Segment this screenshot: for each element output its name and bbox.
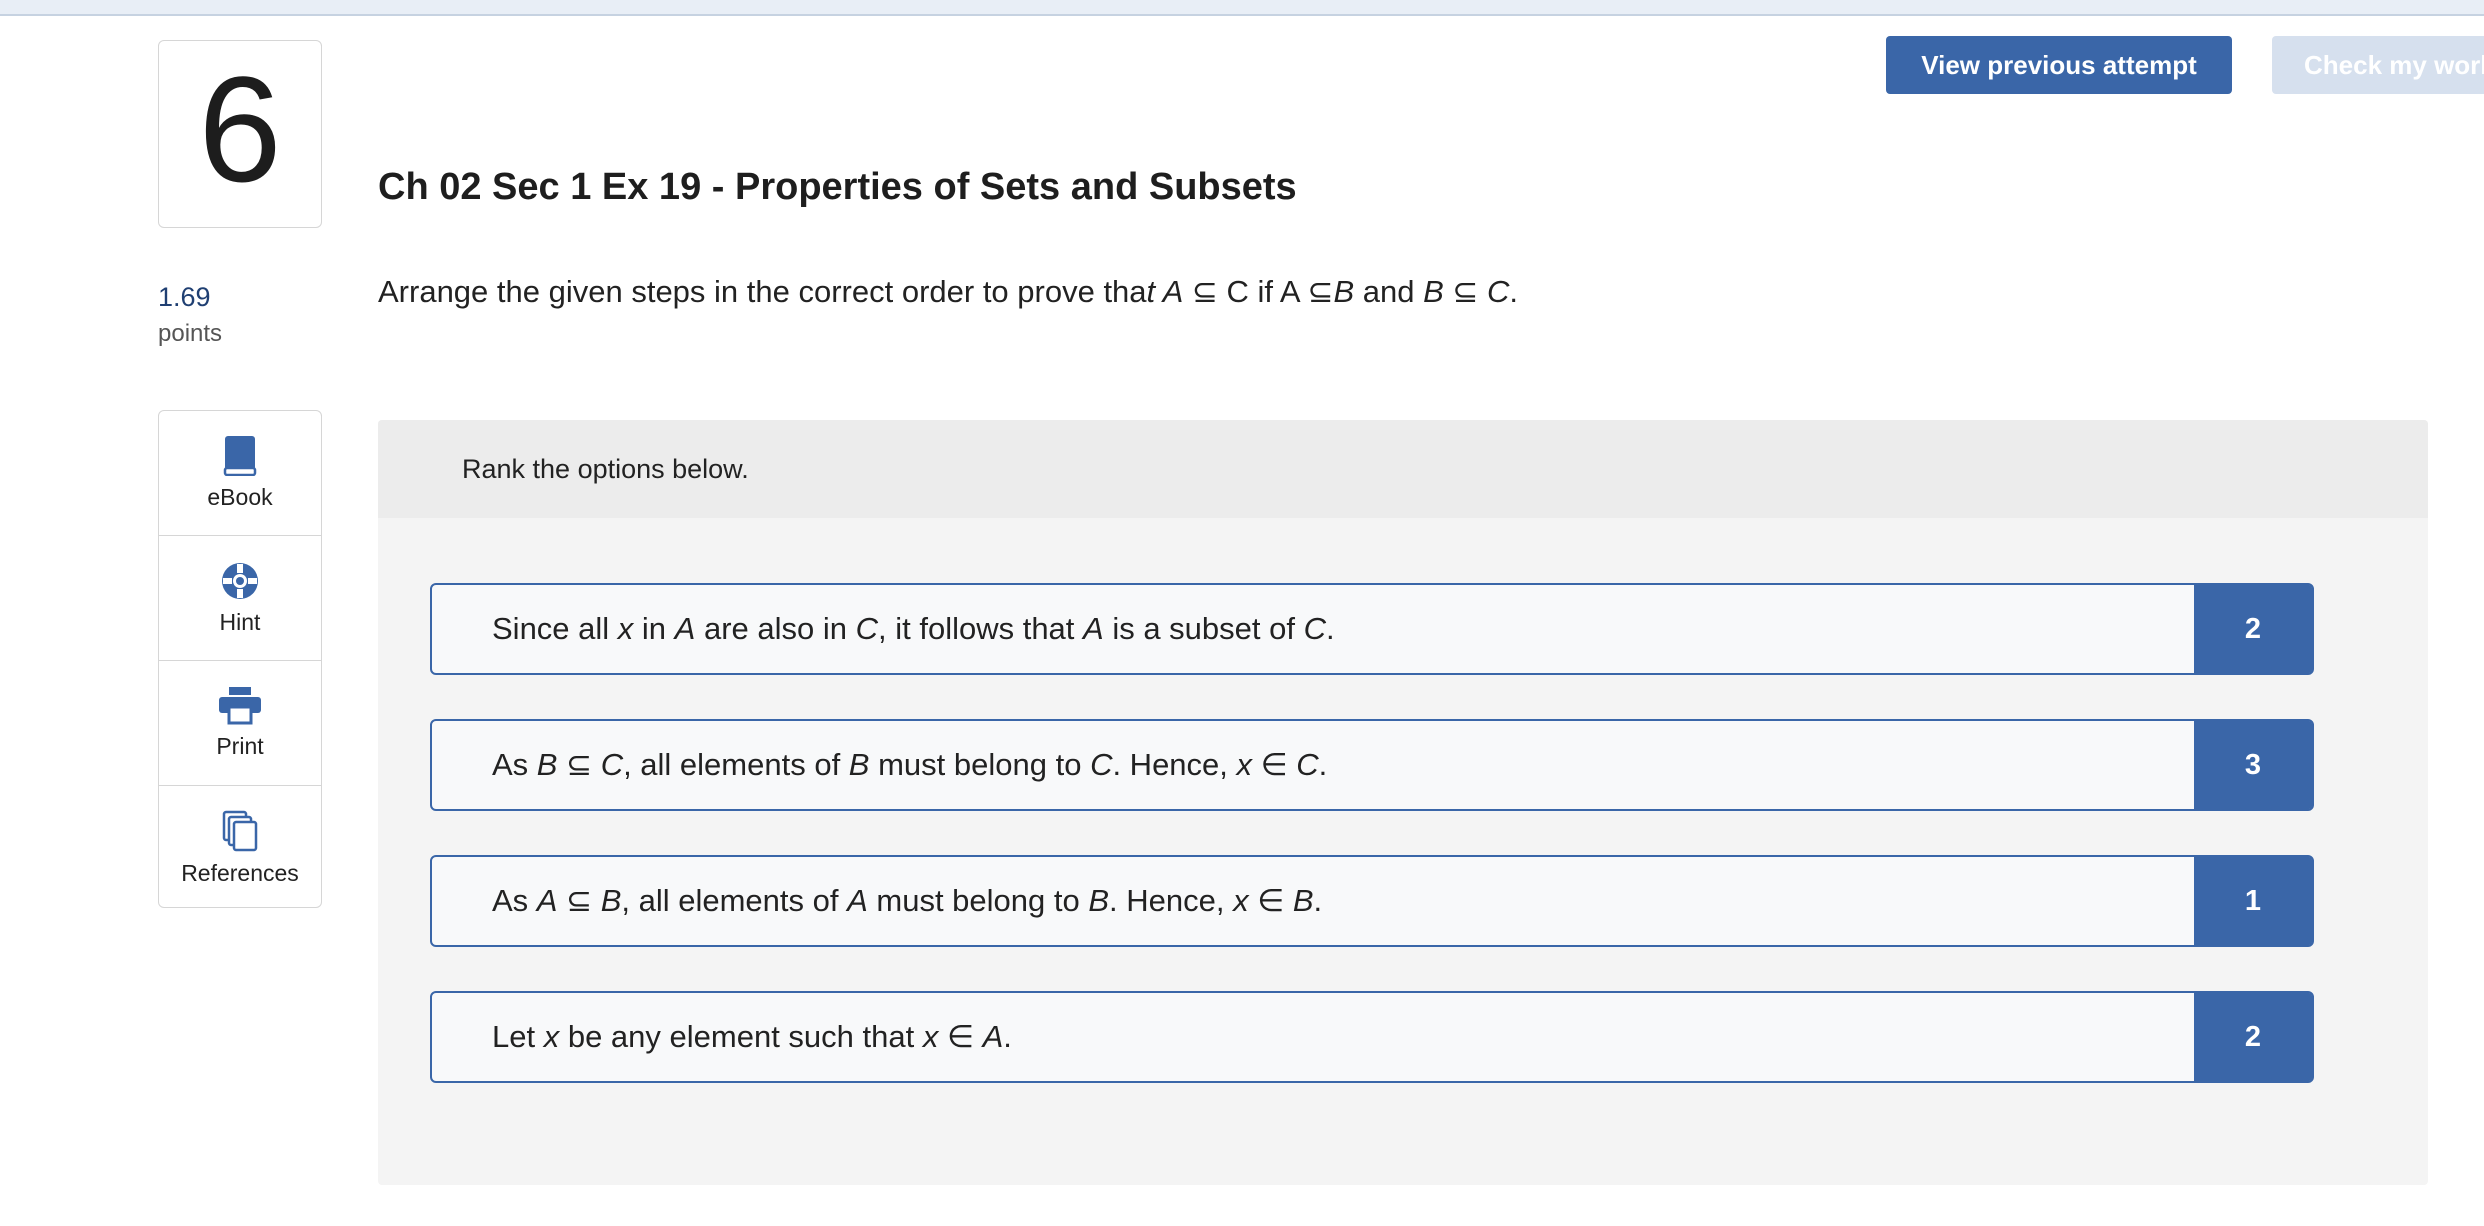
option-text: A [847,883,868,918]
option-text: in [633,611,675,646]
option-text: B [848,747,870,782]
points-label: points [158,320,223,347]
print-button[interactable]: Print [159,661,321,786]
option-text: x [543,1019,560,1054]
documents-icon [222,810,258,851]
option-text: As [492,883,537,918]
rank-option-text: As B ⊆ C, all elements of B must belong … [432,747,2194,783]
option-text: . Hence, [1112,747,1237,782]
option-text: C [1296,747,1319,782]
ranking-panel: Rank the options below. Since all x in A… [378,420,2428,1185]
rank-number[interactable]: 1 [2194,857,2312,945]
prompt-text: B [1333,274,1355,309]
option-text: , it follows that [878,611,1084,646]
top-bar [0,0,2484,16]
option-text: C [1090,747,1113,782]
option-text: . [1003,1019,1012,1054]
book-icon [223,435,257,476]
option-text: ∈ [1248,883,1293,918]
prompt-text: t A [1146,274,1184,309]
option-text: x [1233,883,1249,918]
print-label: Print [216,732,264,759]
option-text: be any element such that [559,1019,923,1054]
option-text: . [1313,883,1323,918]
ranking-instruction: Rank the options below. [462,453,749,484]
prompt-text: ⊆ C if A ⊆ [1183,274,1334,309]
points-value: 1.69 [158,282,211,312]
option-text: ∈ [938,1019,983,1054]
question-title: Ch 02 Sec 1 Ex 19 - Properties of Sets a… [378,166,1297,208]
option-text: . [1318,747,1328,782]
option-text: B [1292,883,1314,918]
references-label: References [181,859,299,886]
option-text: A [1083,611,1104,646]
prompt-text: ⊆ [1443,274,1487,309]
prompt-text: Arrange the given steps in the correct o… [378,274,1147,309]
option-text: x [617,611,634,646]
question-number: 6 [198,45,282,213]
prompt-text: C [1487,274,1510,309]
option-text: B [1088,883,1110,918]
ebook-label: eBook [207,483,273,510]
rank-option-text: Let x be any element such that x ∈ A. [432,1019,2194,1055]
rank-option[interactable]: Since all x in A are also in C, it follo… [430,583,2314,675]
rank-number[interactable]: 2 [2194,993,2312,1081]
option-text: , all elements of [623,747,849,782]
option-text: . Hence, [1109,883,1234,918]
prompt-text: . [1509,274,1519,309]
prompt-text: and [1354,274,1424,309]
hint-button[interactable]: Hint [159,536,321,661]
option-text: x [1236,747,1253,782]
option-text: A [536,883,558,918]
rank-option[interactable]: Let x be any element such that x ∈ A. 2 [430,991,2314,1083]
option-text: B [536,747,558,782]
option-text: C [600,747,624,782]
rank-number[interactable]: 2 [2194,585,2312,673]
hint-label: Hint [219,608,261,635]
rank-option[interactable]: As A ⊆ B, all elements of A must belong … [430,855,2314,947]
rank-number[interactable]: 3 [2194,721,2312,809]
question-number-box: 6 [158,40,322,228]
check-my-work-button[interactable]: Check my work [2272,36,2484,94]
option-text: C [1303,611,1326,646]
ranking-panel-header: Rank the options below. [378,420,2428,518]
option-text: B [600,883,622,918]
option-text: is a subset of [1103,611,1304,646]
option-text: are also in [695,611,856,646]
option-text: Since all [492,611,618,646]
option-text: A [674,611,696,646]
option-text: A [982,1019,1004,1054]
option-text: , all elements of [621,883,848,918]
rank-option-text: As A ⊆ B, all elements of A must belong … [432,883,2194,919]
option-text: C [855,611,878,646]
option-text: x [922,1019,939,1054]
option-text: ⊆ [557,883,601,918]
option-text: ⊆ [557,747,601,782]
references-button[interactable]: References [159,786,321,910]
prompt-text: B [1423,274,1444,309]
lifebuoy-icon [222,562,258,599]
option-text: Let [492,1019,544,1054]
ebook-button[interactable]: eBook [159,411,321,536]
option-text: As [492,747,537,782]
question-prompt: Arrange the given steps in the correct o… [378,274,1518,310]
printer-icon [219,686,261,724]
option-text: . [1326,611,1335,646]
tools-sidebar: eBook Hint Print References [158,410,322,908]
option-text: ∈ [1252,747,1297,782]
view-previous-attempt-button[interactable]: View previous attempt [1886,36,2232,94]
rank-option[interactable]: As B ⊆ C, all elements of B must belong … [430,719,2314,811]
rank-option-text: Since all x in A are also in C, it follo… [432,611,2194,647]
option-text: must belong to [867,883,1089,918]
option-text: must belong to [869,747,1091,782]
